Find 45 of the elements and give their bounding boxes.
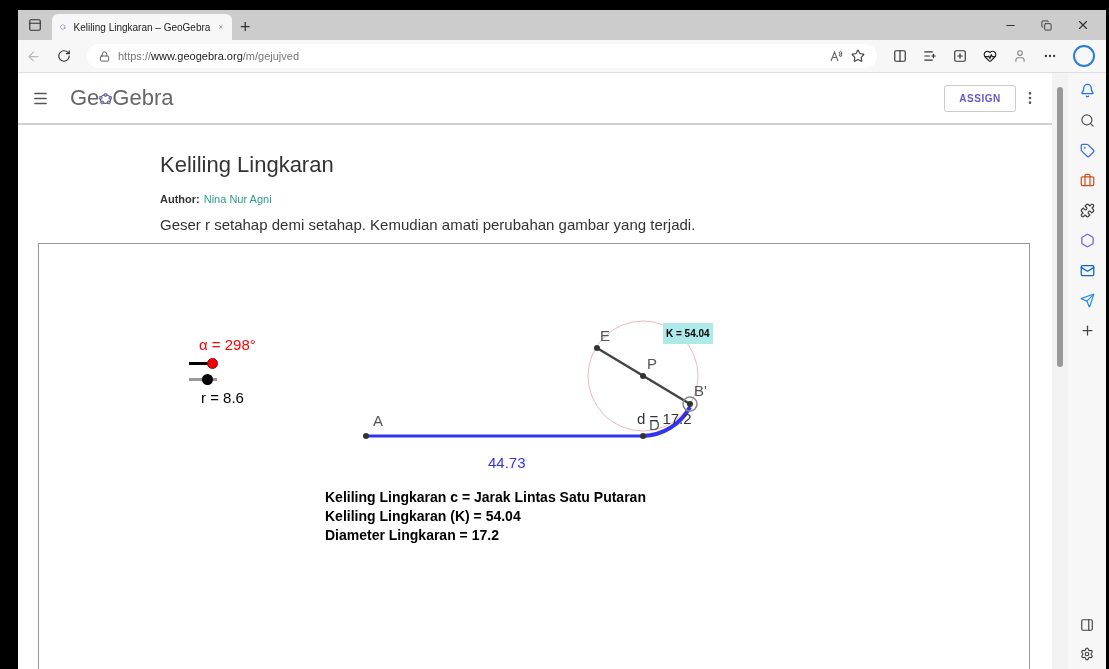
scroll-thumb[interactable]	[1057, 87, 1063, 367]
author-label: Author:	[160, 191, 200, 207]
paper-plane-icon[interactable]	[1079, 293, 1095, 308]
profile-icon[interactable]	[1013, 49, 1027, 63]
url-text: https://www.geogebra.org/m/gejujved	[118, 48, 300, 64]
tab-actions-icon[interactable]	[28, 18, 42, 32]
slider-label: r = 8.6	[201, 387, 244, 408]
slider-thumb[interactable]	[207, 358, 219, 369]
formula-text: Keliling Lingkaran c = Jarak Lintas Satu Putaran	[325, 487, 646, 507]
tab-favicon-icon	[60, 21, 66, 33]
favorite-icon[interactable]	[851, 49, 865, 63]
slider-label: α = 298°	[199, 334, 256, 355]
reload-icon[interactable]	[57, 49, 71, 63]
logo-text: Gebra	[112, 87, 174, 109]
scrollbar[interactable]	[1052, 73, 1068, 669]
formula-text: Diameter Lingkaran = 17.2	[325, 525, 500, 545]
assign-button[interactable]: ASSIGN	[944, 84, 1016, 112]
address-bar[interactable]: https://www.geogebra.org/m/gejujved	[87, 44, 877, 68]
read-aloud-icon[interactable]	[830, 50, 843, 62]
bell-icon[interactable]	[1079, 83, 1095, 98]
browser-tab[interactable]: Keliling Lingkaran – GeoGebra	[52, 14, 232, 40]
instruction-text: Geser r setahap demi setahap. Kemudian amati perubahan gambar yang terjadi.	[160, 215, 697, 235]
mail-icon[interactable]	[1079, 263, 1095, 278]
close-window-icon[interactable]	[1076, 18, 1090, 32]
circumference-label: K = 54.04	[663, 322, 713, 344]
collections-icon[interactable]	[953, 49, 967, 63]
search-icon[interactable]	[1079, 113, 1095, 128]
logo-text: Ge	[70, 87, 100, 109]
page-title: Keliling Lingkaran	[160, 151, 335, 179]
split-screen-icon[interactable]	[893, 49, 907, 63]
add-icon[interactable]	[1079, 323, 1095, 338]
tag-icon[interactable]	[1079, 143, 1095, 158]
hexagon-icon[interactable]	[1079, 233, 1095, 248]
health-icon[interactable]	[983, 49, 997, 63]
sidebar-toggle-icon[interactable]	[1080, 618, 1094, 632]
settings-icon[interactable]	[1080, 647, 1094, 661]
formula-text: Keliling Lingkaran (K) = 54.04	[325, 506, 522, 526]
lock-icon	[99, 50, 110, 62]
restore-icon[interactable]	[1041, 19, 1052, 31]
new-tab-button[interactable]: +	[240, 18, 251, 36]
favorites-icon[interactable]	[923, 49, 937, 63]
slider-thumb[interactable]	[202, 373, 214, 385]
logo-icon	[99, 91, 113, 105]
tab-title: Keliling Lingkaran – GeoGebra	[73, 20, 211, 35]
briefcase-icon[interactable]	[1079, 173, 1095, 188]
